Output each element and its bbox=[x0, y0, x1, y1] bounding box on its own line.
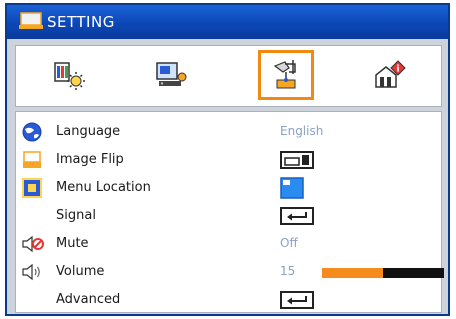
title-bar: SETTING bbox=[7, 5, 448, 39]
tab-bar: i bbox=[15, 45, 442, 107]
signal-row[interactable]: Signal bbox=[16, 202, 441, 230]
mute-row[interactable]: Mute Off bbox=[16, 230, 441, 258]
advanced-row[interactable]: Advanced bbox=[16, 286, 441, 314]
volume-value: 15 bbox=[280, 264, 296, 278]
flip-screen-icon bbox=[23, 151, 41, 168]
tab-image[interactable] bbox=[42, 50, 98, 100]
svg-text:i: i bbox=[396, 65, 399, 75]
volume-label: Volume bbox=[56, 264, 105, 279]
setting-hand-icon bbox=[273, 60, 296, 89]
mute-speaker-icon bbox=[22, 235, 44, 253]
menu-location-icon bbox=[22, 178, 42, 198]
menu-location-label: Menu Location bbox=[56, 180, 151, 195]
language-row[interactable]: Language English bbox=[16, 118, 441, 146]
volume-row[interactable]: Volume 15 bbox=[16, 258, 444, 286]
display-settings-icon bbox=[156, 62, 187, 86]
advanced-enter-icon[interactable] bbox=[280, 291, 314, 309]
tab-display[interactable] bbox=[144, 50, 200, 100]
settings-list: Language English Image Flip Menu Locatio… bbox=[15, 111, 444, 314]
mute-label: Mute bbox=[56, 236, 89, 251]
menu-location-row[interactable]: Menu Location bbox=[16, 174, 441, 202]
image-flip-setting-icon[interactable] bbox=[280, 150, 314, 170]
volume-slider[interactable] bbox=[322, 268, 444, 278]
image-flip-row[interactable]: Image Flip bbox=[16, 146, 441, 174]
language-label: Language bbox=[56, 124, 121, 139]
image-settings-icon bbox=[54, 62, 85, 90]
volume-speaker-icon bbox=[22, 263, 40, 281]
mute-value[interactable]: Off bbox=[280, 236, 298, 250]
options-home-info-icon: i bbox=[375, 60, 406, 88]
globe-icon bbox=[22, 122, 42, 142]
projection-screen-icon bbox=[19, 12, 43, 29]
volume-slider-fill bbox=[322, 268, 383, 278]
language-value[interactable]: English bbox=[280, 124, 323, 138]
signal-label: Signal bbox=[56, 208, 96, 223]
menu-location-setting-icon[interactable] bbox=[280, 177, 304, 199]
osd-menu: SETTING i Language English Image Flip Me… bbox=[5, 3, 450, 316]
image-flip-label: Image Flip bbox=[56, 152, 124, 167]
tab-setting[interactable] bbox=[258, 50, 314, 100]
page-title: SETTING bbox=[47, 13, 115, 31]
signal-enter-icon[interactable] bbox=[280, 207, 314, 225]
advanced-label: Advanced bbox=[56, 292, 121, 307]
tab-options[interactable]: i bbox=[362, 50, 418, 100]
